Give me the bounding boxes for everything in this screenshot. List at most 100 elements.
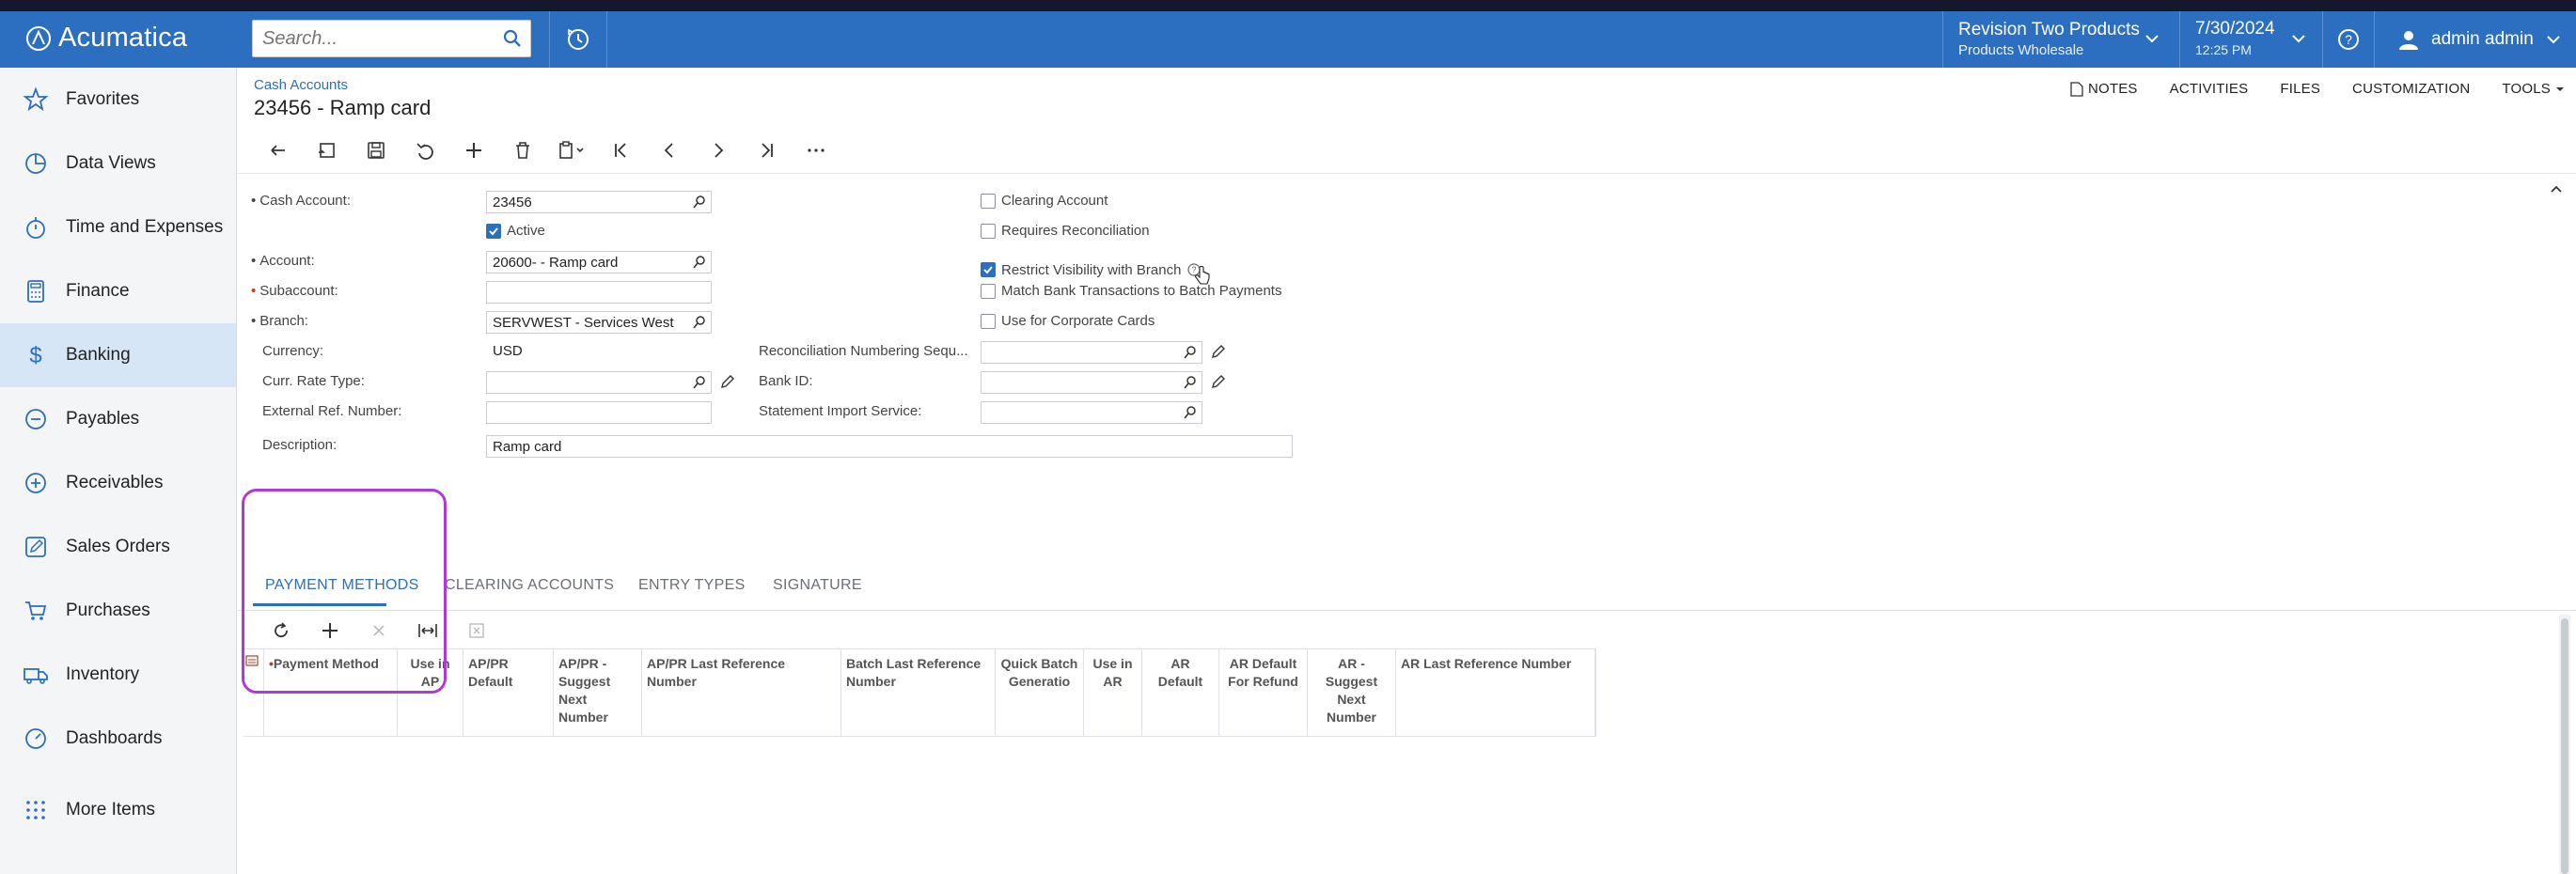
sidebar-item-receivables[interactable]: Receivables <box>0 451 236 515</box>
sidebar-item-favorites[interactable]: Favorites <box>0 68 236 132</box>
breadcrumb[interactable]: Cash Accounts <box>254 77 348 93</box>
fit-to-screen-button[interactable] <box>403 615 452 647</box>
edit-pencil-icon[interactable] <box>719 373 736 390</box>
detail-tabs: PAYMENT METHODS CLEARING ACCOUNTS ENTRY … <box>238 556 2576 611</box>
search-icon[interactable] <box>1183 375 1198 393</box>
external-ref-field[interactable] <box>486 401 712 424</box>
column-header[interactable]: Use in AP <box>398 649 463 736</box>
tab-signature[interactable]: SIGNATURE <box>773 577 862 594</box>
search-icon[interactable] <box>502 28 523 54</box>
tools-menu[interactable]: TOOLS <box>2502 81 2565 97</box>
search-icon[interactable] <box>692 375 707 393</box>
column-header[interactable]: Quick Batch Generatio <box>996 649 1084 736</box>
statement-import-field[interactable] <box>981 401 1202 424</box>
clearing-account-checkbox[interactable]: Clearing Account <box>981 193 1107 209</box>
export-excel-button[interactable] <box>452 615 501 647</box>
column-header[interactable]: AP/PR Last Reference Number <box>642 649 841 736</box>
sidebar-item-purchases[interactable]: Purchases <box>0 579 236 643</box>
column-header[interactable]: Batch Last Reference Number <box>841 649 996 736</box>
match-bank-transactions-checkbox[interactable]: Match Bank Transactions to Batch Payment… <box>981 283 1281 299</box>
vertical-scrollbar[interactable] <box>2559 615 2570 874</box>
column-header[interactable]: AP/PR Default <box>463 649 554 736</box>
add-row-button[interactable] <box>306 615 354 647</box>
add-new-button[interactable] <box>449 130 498 171</box>
bank-id-label: Bank ID: <box>759 373 813 389</box>
branch-field[interactable]: SERVWEST - Services West <box>486 311 712 334</box>
sidebar-item-data-views[interactable]: Data Views <box>0 132 236 195</box>
column-header[interactable]: AR - Suggest Next Number <box>1308 649 1396 736</box>
cancel-button[interactable] <box>401 130 449 171</box>
previous-record-button[interactable] <box>645 130 694 171</box>
bank-id-field[interactable] <box>981 371 1202 394</box>
files-button[interactable]: FILES <box>2280 81 2320 97</box>
search-icon[interactable] <box>692 315 707 333</box>
search-icon[interactable] <box>1183 405 1198 423</box>
sidebar-item-sales-orders[interactable]: Sales Orders <box>0 515 236 579</box>
svg-text:?: ? <box>2345 32 2352 47</box>
column-header[interactable]: Use in AR <box>1084 649 1142 736</box>
search-icon[interactable] <box>692 255 707 273</box>
column-header[interactable]: AR Default For Refund <box>1219 649 1308 736</box>
undo-button[interactable] <box>254 130 303 171</box>
tenant-selector[interactable]: Revision Two Products Products Wholesale <box>1942 11 2177 68</box>
collapse-icon[interactable] <box>2548 181 2565 198</box>
column-header[interactable]: AP/PR - Suggest Next Number <box>554 649 642 736</box>
notes-button[interactable]: NOTES <box>2070 81 2138 97</box>
description-field[interactable]: Ramp card <box>486 435 1293 458</box>
sidebar-item-banking[interactable]: $ Banking <box>0 323 236 387</box>
sidebar-item-time-and-expenses[interactable]: Time and Expenses <box>0 195 236 259</box>
cash-account-field[interactable]: 23456 <box>486 191 712 213</box>
requires-reconciliation-checkbox[interactable]: Requires Reconciliation <box>981 223 1150 239</box>
grid-row-selector-header[interactable] <box>243 649 264 736</box>
sidebar-item-label: Time and Expenses <box>66 217 224 237</box>
first-record-button[interactable] <box>596 130 645 171</box>
acumatica-logo[interactable]: Acumatica <box>24 23 187 54</box>
sidebar-item-more-items[interactable]: More Items <box>0 778 236 842</box>
search-input[interactable] <box>253 21 488 56</box>
clearing-account-label: Clearing Account <box>1001 193 1108 209</box>
sidebar-item-label: Finance <box>66 281 130 301</box>
column-header[interactable]: •Payment Method <box>264 649 398 736</box>
account-field[interactable]: 20600- - Ramp card <box>486 251 712 273</box>
business-date-selector[interactable]: 7/30/2024 12:25 PM <box>2179 11 2320 68</box>
tab-entry-types[interactable]: ENTRY TYPES <box>638 577 746 594</box>
save-button[interactable] <box>352 130 401 171</box>
curr-rate-type-field[interactable] <box>486 371 712 394</box>
scrollbar-thumb[interactable] <box>2561 618 2568 874</box>
acumatica-logo-icon <box>26 25 51 51</box>
help-button[interactable]: ? <box>2322 11 2375 68</box>
reconciliation-numbering-field[interactable] <box>981 341 1202 364</box>
delete-button[interactable] <box>498 130 547 171</box>
edit-pencil-icon[interactable] <box>1210 373 1227 390</box>
tab-payment-methods[interactable]: PAYMENT METHODS <box>265 577 419 594</box>
customization-button[interactable]: CUSTOMIZATION <box>2352 81 2470 97</box>
last-record-button[interactable] <box>743 130 792 171</box>
sidebar-item-finance[interactable]: Finance <box>0 259 236 323</box>
next-record-button[interactable] <box>694 130 743 171</box>
requires-reconciliation-label: Requires Reconciliation <box>1001 223 1150 239</box>
restrict-visibility-checkbox[interactable]: Restrict Visibility with Branch ? <box>981 253 1211 287</box>
delete-row-button[interactable] <box>354 615 403 647</box>
search-icon[interactable] <box>1183 345 1198 363</box>
column-header[interactable]: AR Last Reference Number <box>1396 649 1595 736</box>
plus-circle-icon <box>25 473 46 493</box>
sidebar-item-label: Dashboards <box>66 728 163 748</box>
sidebar-item-dashboards[interactable]: Dashboards <box>0 707 236 771</box>
save-and-close-button[interactable] <box>303 130 352 171</box>
subaccount-field[interactable] <box>486 281 712 304</box>
sidebar-item-payables[interactable]: Payables <box>0 387 236 451</box>
tab-clearing-accounts[interactable]: CLEARING ACCOUNTS <box>445 577 614 594</box>
activities-button[interactable]: ACTIVITIES <box>2170 81 2249 97</box>
sidebar-item-inventory[interactable]: Inventory <box>0 643 236 707</box>
more-actions-button[interactable] <box>792 130 840 171</box>
search-icon[interactable] <box>692 195 707 212</box>
copy-paste-menu[interactable] <box>547 130 596 171</box>
column-header[interactable]: AR Default <box>1142 649 1219 736</box>
refresh-button[interactable] <box>257 615 306 647</box>
user-menu[interactable]: admin admin <box>2388 11 2576 68</box>
recent-history-button[interactable] <box>549 11 607 68</box>
active-checkbox[interactable]: Active <box>486 223 545 239</box>
search-box[interactable] <box>252 20 531 57</box>
corporate-cards-checkbox[interactable]: Use for Corporate Cards <box>981 313 1154 329</box>
edit-pencil-icon[interactable] <box>1210 343 1227 360</box>
